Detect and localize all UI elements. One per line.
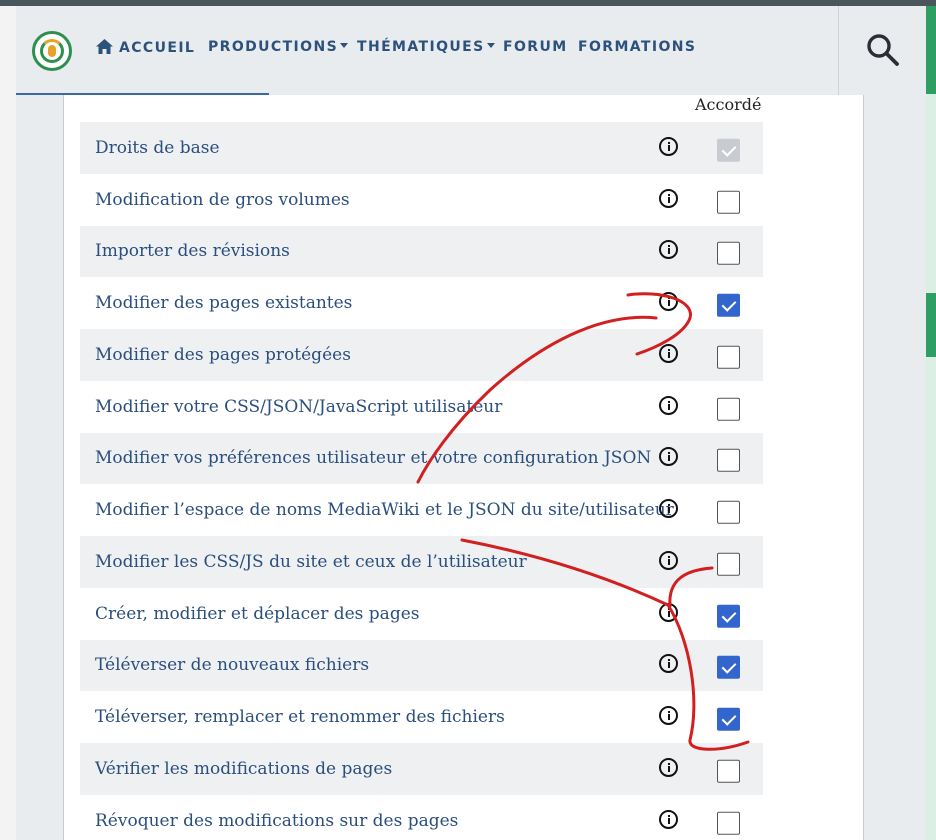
granted-checkbox[interactable]	[717, 811, 740, 835]
granted-checkbox[interactable]	[717, 242, 740, 266]
granted-checkbox[interactable]	[717, 449, 740, 473]
granted-checkbox[interactable]	[717, 500, 740, 524]
granted-checkbox[interactable]	[717, 552, 740, 576]
info-icon[interactable]	[659, 292, 678, 312]
right-label[interactable]: Créer, modifier et déplacer des pages	[95, 604, 420, 624]
granted-checkbox[interactable]	[717, 293, 740, 317]
right-label[interactable]: Modification de gros volumes	[95, 190, 350, 210]
table-row: Téléverser, remplacer et renommer des fi…	[80, 691, 763, 743]
nav-forum-label: FORUM	[503, 39, 568, 55]
green-accent-bar	[926, 6, 936, 94]
granted-checkbox[interactable]	[717, 707, 740, 731]
right-edge-strip	[926, 6, 936, 840]
table-row: Modifier vos préférences utilisateur et …	[80, 432, 763, 485]
top-navbar: ACCUEIL PRODUCTIONS THÉMATIQUES FORUM FO…	[16, 6, 926, 95]
info-icon[interactable]	[659, 188, 678, 208]
table-row: Téléverser de nouveaux fichiers	[80, 639, 763, 692]
green-accent-bar	[926, 293, 936, 357]
right-label[interactable]: Téléverser, remplacer et renommer des fi…	[95, 707, 505, 727]
table-row: Créer, modifier et déplacer des pages	[80, 588, 763, 640]
nav-thematiques-label: THÉMATIQUES	[357, 39, 485, 55]
rights-table: Droits de base Modification de gros volum…	[80, 122, 763, 840]
nav-home-link[interactable]: ACCUEIL	[96, 39, 195, 56]
right-label[interactable]: Vérifier les modifications de pages	[95, 759, 392, 779]
right-label[interactable]: Modifier votre CSS/JSON/JavaScript utili…	[95, 397, 502, 417]
right-label[interactable]: Modifier les CSS/JS du site et ceux de l…	[95, 552, 527, 572]
granted-checkbox	[717, 138, 740, 162]
info-icon[interactable]	[659, 550, 678, 570]
nav-forum-link[interactable]: FORUM	[503, 39, 568, 55]
table-row: Vérifier les modifications de pages	[80, 743, 763, 795]
info-icon[interactable]	[659, 602, 678, 622]
chevron-down-icon	[486, 43, 495, 48]
info-icon[interactable]	[659, 706, 678, 726]
nav-home-label: ACCUEIL	[119, 40, 196, 56]
home-icon	[96, 39, 113, 54]
right-label[interactable]: Modifier vos préférences utilisateur et …	[95, 448, 651, 468]
granted-checkbox[interactable]	[717, 759, 740, 783]
nav-productions-dropdown[interactable]: PRODUCTIONS	[208, 39, 349, 55]
right-label[interactable]: Modifier l’espace de noms MediaWiki et l…	[95, 500, 674, 520]
info-icon[interactable]	[659, 240, 678, 260]
info-icon[interactable]	[659, 757, 678, 777]
info-icon[interactable]	[659, 136, 678, 156]
nav-formations-link[interactable]: FORMATIONS	[578, 39, 696, 55]
nav-formations-label: FORMATIONS	[578, 39, 697, 55]
info-icon[interactable]	[659, 654, 678, 674]
granted-checkbox[interactable]	[717, 397, 740, 421]
search-button[interactable]	[838, 6, 926, 95]
table-row: Révoquer des modifications sur des pages	[80, 795, 763, 840]
left-margin	[0, 6, 16, 840]
table-row: Modifier des pages protégées	[80, 329, 763, 381]
table-row: Importer des révisions	[80, 225, 763, 278]
granted-checkbox[interactable]	[717, 604, 740, 628]
info-icon[interactable]	[659, 343, 678, 363]
granted-checkbox[interactable]	[717, 656, 740, 680]
table-row: Modification de gros volumes	[80, 174, 763, 226]
info-icon[interactable]	[659, 447, 678, 467]
site-logo[interactable]	[32, 31, 72, 71]
table-row: Modifier les CSS/JS du site et ceux de l…	[80, 536, 763, 588]
granted-checkbox[interactable]	[717, 345, 740, 369]
nav-productions-label: PRODUCTIONS	[208, 39, 339, 55]
info-icon[interactable]	[659, 499, 678, 519]
table-row: Droits de base	[80, 122, 763, 174]
right-label[interactable]: Importer des révisions	[95, 241, 290, 261]
info-icon[interactable]	[659, 395, 678, 415]
table-row: Modifier votre CSS/JSON/JavaScript utili…	[80, 381, 763, 433]
right-label[interactable]: Droits de base	[95, 138, 220, 158]
search-icon	[867, 34, 899, 66]
right-label[interactable]: Téléverser de nouveaux fichiers	[95, 655, 369, 675]
logo-grain-icon	[48, 45, 56, 57]
table-row: Modifier l’espace de noms MediaWiki et l…	[80, 484, 763, 536]
right-label[interactable]: Révoquer des modifications sur des pages	[95, 811, 458, 831]
right-label[interactable]: Modifier des pages protégées	[95, 345, 351, 365]
nav-thematiques-dropdown[interactable]: THÉMATIQUES	[357, 39, 495, 55]
column-header-granted: Accordé	[695, 95, 762, 114]
chevron-down-icon	[340, 43, 349, 48]
info-icon[interactable]	[659, 809, 678, 829]
granted-checkbox[interactable]	[717, 190, 740, 214]
right-label[interactable]: Modifier des pages existantes	[95, 293, 352, 313]
table-row: Modifier des pages existantes	[80, 277, 763, 329]
